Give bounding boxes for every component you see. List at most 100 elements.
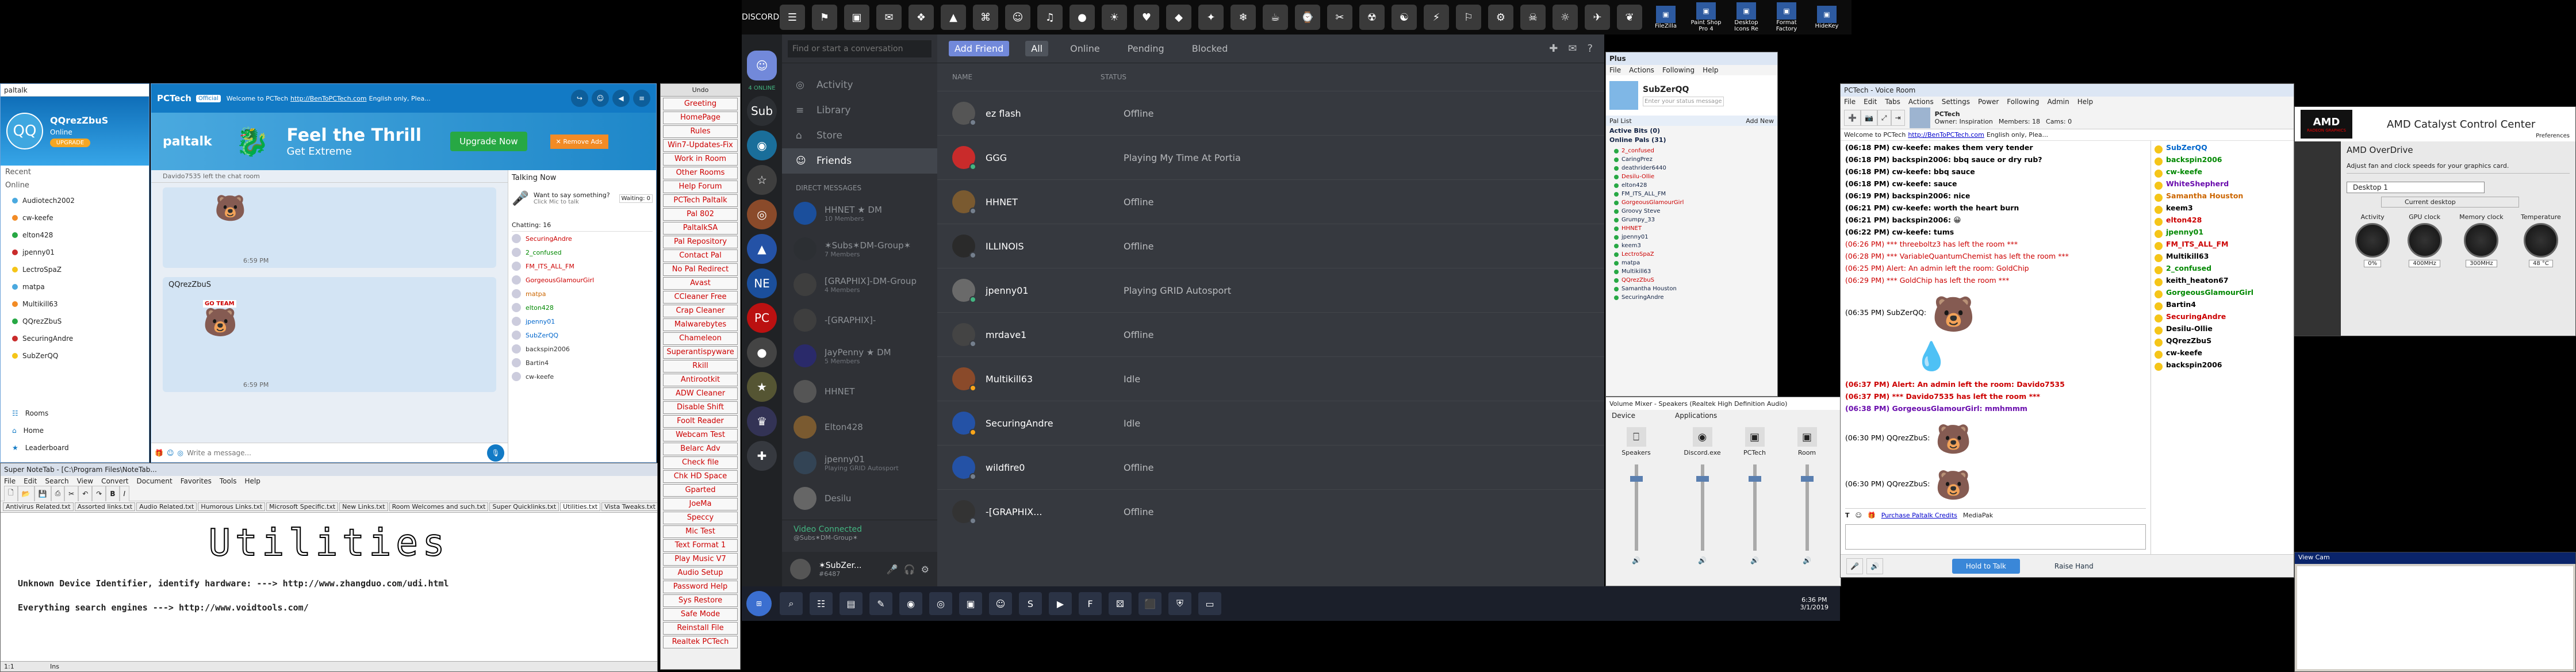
- coffee-icon[interactable]: ☕: [1263, 5, 1288, 30]
- voice-user[interactable]: Bartin4: [2155, 300, 2290, 312]
- tv-taskbar-icon[interactable]: ▣: [959, 592, 982, 615]
- voice-user[interactable]: keith_heaton67: [2155, 276, 2290, 288]
- undo-button[interactable]: Undo: [661, 84, 740, 97]
- tool-button[interactable]: Safe Mode: [663, 608, 738, 621]
- tool-button[interactable]: Work in Room: [663, 153, 738, 166]
- hold-to-talk-button[interactable]: Hold to Talk: [1952, 558, 2020, 574]
- pal-group[interactable]: Active Bits (0): [1609, 127, 1774, 136]
- voice-user[interactable]: cw-keefe: [2155, 348, 2290, 360]
- tool-button[interactable]: No Pal Redirect: [663, 263, 738, 276]
- remove-ads-button[interactable]: ✕ Remove Ads: [550, 134, 608, 149]
- server-icon[interactable]: Sub: [747, 96, 777, 126]
- volume-slider[interactable]: [1696, 464, 1709, 551]
- open-icon[interactable]: 📂: [17, 485, 34, 502]
- tool-button[interactable]: Text Format 1: [663, 539, 738, 552]
- megaphone-icon[interactable]: ◀: [612, 90, 630, 107]
- pal-item[interactable]: keem3: [1614, 241, 1769, 250]
- start-icon[interactable]: ⊞: [746, 591, 772, 616]
- mediapak-link[interactable]: MediaPak: [1963, 512, 1993, 519]
- virtual-taskbar-icon[interactable]: ⬛: [1138, 592, 1162, 615]
- tool-button[interactable]: Rules: [663, 125, 738, 138]
- room-user[interactable]: GorgeousGlamourGirl: [512, 273, 653, 287]
- shield-taskbar-icon[interactable]: ⛨: [1168, 592, 1191, 615]
- bolt-icon[interactable]: ⚡: [1424, 5, 1449, 30]
- volume-slider[interactable]: [1800, 464, 1814, 551]
- file-tab[interactable]: Assorted links.txt: [74, 502, 136, 511]
- server-icon[interactable]: ●: [747, 337, 777, 367]
- menu-item[interactable]: Help: [2077, 98, 2093, 106]
- emoji-icon[interactable]: ☺: [167, 449, 174, 457]
- menu-item[interactable]: View: [77, 477, 93, 485]
- tool-button[interactable]: Webcam Test: [663, 429, 738, 441]
- window-icon[interactable]: ▣: [844, 5, 869, 30]
- desktop-shortcut[interactable]: ▣ Paint Shop Pro 4: [1686, 2, 1726, 32]
- star-icon[interactable]: ✦: [1198, 5, 1224, 30]
- sticker-picker-icon[interactable]: ◎: [177, 449, 183, 457]
- tab-online[interactable]: Online: [1064, 41, 1106, 56]
- tool-button[interactable]: Pal Repository: [663, 236, 738, 248]
- volume-slider[interactable]: [1748, 464, 1761, 551]
- speaker-mute-icon[interactable]: 🔊: [1698, 556, 1707, 565]
- dm-search[interactable]: [782, 34, 937, 63]
- vlc-icon[interactable]: ▲: [941, 5, 966, 30]
- flag-alt-icon[interactable]: ⚐: [1456, 5, 1481, 30]
- speaker-icon[interactable]: 🔊: [1866, 558, 1883, 574]
- dice-taskbar-icon[interactable]: ⚄: [1109, 592, 1132, 615]
- watch-icon[interactable]: ⌚: [1295, 5, 1320, 30]
- tool-button[interactable]: Disable Shift: [663, 401, 738, 414]
- skull-icon[interactable]: ☠: [1520, 5, 1546, 30]
- mixer-titlebar[interactable]: Volume Mixer - Speakers (Realtek High De…: [1606, 397, 1841, 410]
- voice-user[interactable]: SubZerQQ: [2155, 143, 2290, 155]
- voice-user[interactable]: SecuringAndre: [2155, 312, 2290, 324]
- desktop-shortcut[interactable]: ▣ HideKey: [1807, 5, 1847, 29]
- new-tab-icon[interactable]: ➕: [1844, 110, 1861, 126]
- speaker-mute-icon[interactable]: 🔊: [1632, 556, 1640, 565]
- flag-icon[interactable]: ⚑: [812, 5, 837, 30]
- help-icon[interactable]: ?: [1587, 43, 1593, 55]
- file-tab[interactable]: Room Welcomes and such.txt: [389, 502, 489, 511]
- undo-icon[interactable]: ↶: [78, 485, 93, 502]
- room-user[interactable]: jpenny01: [512, 314, 653, 328]
- voice-user[interactable]: backspin2006: [2155, 360, 2290, 373]
- dm-item[interactable]: JayPenny ★ DM 5 Members: [782, 338, 937, 374]
- nav-leaderboard[interactable]: ★ Leaderboard: [1, 439, 149, 456]
- voice-user[interactable]: jpenny01: [2155, 228, 2290, 240]
- room-user[interactable]: cw-keefe: [512, 370, 653, 383]
- voice-message-input[interactable]: [1845, 524, 2146, 550]
- slider-thumb[interactable]: [1696, 476, 1709, 482]
- tool-button[interactable]: Rkill: [663, 360, 738, 373]
- server-icon[interactable]: ◎: [747, 199, 777, 229]
- gift-icon[interactable]: 🎁: [155, 449, 163, 457]
- pal-item[interactable]: CaringPrez: [1614, 155, 1769, 164]
- dm-item[interactable]: HHNET: [782, 374, 937, 409]
- slider-thumb[interactable]: [1800, 476, 1814, 482]
- cam-title[interactable]: View Cam: [2295, 552, 2575, 564]
- friend-row[interactable]: GGG Playing My Time At Portia: [937, 135, 1604, 179]
- room-user[interactable]: FM_ITS_ALL_FM: [512, 259, 653, 273]
- gear-icon[interactable]: ⚙: [1488, 5, 1513, 30]
- slider-thumb[interactable]: [1630, 476, 1643, 482]
- diamond-icon[interactable]: ◆: [1166, 5, 1191, 30]
- tool-button[interactable]: Pal 802: [663, 208, 738, 221]
- pal-item[interactable]: jpenny01: [1614, 233, 1769, 241]
- line2-url[interactable]: http://www.voidtools.com/: [179, 602, 309, 613]
- avatar[interactable]: QQ: [6, 113, 43, 149]
- chrome-taskbar-icon[interactable]: ◎: [929, 592, 952, 615]
- paltalk-titlebar[interactable]: paltalk: [1, 84, 149, 97]
- friend-row[interactable]: mrdave1 Offline: [937, 312, 1604, 356]
- menu-item[interactable]: Power: [1978, 98, 1999, 106]
- slider-thumb[interactable]: [1748, 476, 1761, 482]
- room-user[interactable]: backspin2006: [512, 342, 653, 356]
- friend-row[interactable]: SecuringAndre Idle: [937, 401, 1604, 445]
- brightness-icon[interactable]: ☼: [1552, 5, 1578, 30]
- notetab-titlebar[interactable]: Super NoteTab - [C:\Program Files\NoteTa…: [1, 463, 657, 476]
- dm-item[interactable]: -[GRAPHIX]-: [782, 302, 937, 338]
- nav-library[interactable]: ≡ Library: [782, 98, 937, 123]
- contact-item[interactable]: Multikill63: [1, 295, 149, 313]
- pal-item[interactable]: Multikill63: [1614, 267, 1769, 276]
- friend-row[interactable]: wildfire0 Offline: [937, 445, 1604, 489]
- pal-item[interactable]: Grumpy_33: [1614, 216, 1769, 224]
- italic-icon[interactable]: I: [119, 485, 130, 502]
- voice-user[interactable]: elton428: [2155, 216, 2290, 228]
- friend-row[interactable]: ez flash Offline: [937, 91, 1604, 135]
